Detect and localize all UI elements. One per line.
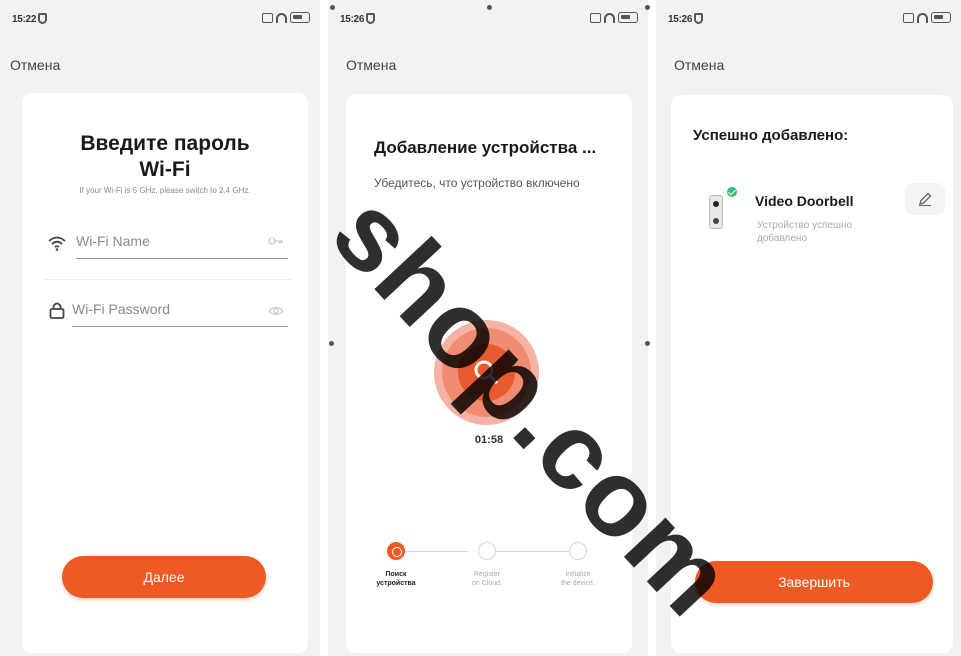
eye-icon[interactable] — [268, 305, 284, 317]
success-card: Успешно добавлено: Video Doorbell Устрой… — [671, 95, 953, 653]
device-name: Video Doorbell — [755, 193, 854, 209]
key-icon[interactable] — [268, 235, 284, 247]
collage-marker — [645, 5, 650, 10]
step-label-line: Initialize — [565, 571, 591, 578]
wifi-name-field[interactable]: Wi-Fi Name — [48, 229, 288, 259]
step-search-indicator — [387, 542, 405, 560]
wifi-signal-icon — [917, 12, 928, 23]
step-label-line: Поиск — [385, 571, 407, 578]
page-title: Добавление устройства ... — [374, 138, 597, 157]
step-initialize-indicator — [569, 542, 587, 560]
status-bar: 15:22 — [12, 12, 310, 28]
step-label-line: Register — [473, 571, 501, 578]
step-label-line: on Cloud. — [472, 580, 502, 587]
device-added-screen: 15:26 Отмена Успешно добавлено: Video Do… — [656, 0, 961, 656]
step-connector — [396, 551, 468, 552]
system-icons — [903, 12, 951, 23]
camera-lens — [713, 201, 719, 207]
battery-icon — [618, 12, 638, 23]
wifi-icon — [48, 236, 66, 251]
countdown-timer: 01:58 — [474, 434, 504, 446]
power-on-hint: Убедитесь, что устройство включено — [374, 176, 580, 190]
battery-icon — [931, 12, 951, 23]
cancel-link[interactable]: Отмена — [346, 57, 396, 73]
page-title: Успешно добавлено: — [693, 127, 849, 144]
search-icon — [474, 360, 498, 384]
wifi-password-input[interactable]: Wi-Fi Password — [72, 301, 170, 317]
next-button[interactable]: Далее — [62, 556, 266, 598]
device-status-line: добавлено — [757, 233, 808, 244]
status-bar: 15:26 — [668, 12, 951, 28]
step-initialize-label: Initialize the device. — [543, 570, 613, 588]
title-line-2: Wi-Fi — [139, 158, 191, 181]
doorbell-button — [713, 218, 719, 224]
battery-icon — [290, 12, 310, 23]
lock-icon — [49, 302, 65, 319]
step-label-line: устройства — [376, 580, 416, 587]
cancel-link[interactable]: Отмена — [10, 57, 60, 73]
status-time: 15:26 — [340, 14, 365, 25]
wifi-name-input[interactable]: Wi-Fi Name — [76, 233, 150, 249]
rename-device-button[interactable] — [905, 183, 945, 215]
status-time: 15:22 — [12, 14, 37, 25]
check-icon — [725, 185, 739, 199]
divider — [44, 279, 292, 280]
search-radar — [434, 320, 539, 425]
adding-device-screen: 15:26 Отмена Добавление устройства ... У… — [328, 0, 648, 656]
step-register-indicator — [478, 542, 496, 560]
notification-icon — [38, 13, 47, 24]
device-status-line: Устройство успешно — [757, 220, 853, 231]
finish-button[interactable]: Завершить — [695, 561, 933, 603]
wifi-password-screen: 15:22 Отмена Введите пароль Wi-Fi If you… — [0, 0, 320, 656]
alarm-icon — [903, 12, 914, 23]
input-underline — [72, 326, 288, 327]
step-connector — [488, 551, 570, 552]
input-underline — [76, 258, 288, 259]
system-icons — [262, 12, 310, 23]
radar-ring — [442, 328, 531, 417]
pencil-icon — [919, 192, 932, 207]
status-bar: 15:26 — [340, 12, 638, 28]
cancel-link[interactable]: Отмена — [674, 57, 724, 73]
adding-device-card: Добавление устройства ... Убедитесь, что… — [346, 94, 632, 653]
alarm-icon — [590, 12, 601, 23]
collage-marker — [487, 5, 492, 10]
collage-marker — [645, 341, 650, 346]
wifi-form-card: Введите пароль Wi-Fi If your Wi-Fi is 5 … — [22, 93, 308, 653]
status-time: 15:26 — [668, 14, 693, 25]
title-line-1: Введите пароль — [80, 132, 250, 155]
alarm-icon — [262, 12, 273, 23]
collage-marker — [330, 5, 335, 10]
radar-core — [458, 344, 515, 401]
doorbell-device-icon — [709, 195, 723, 229]
wifi-signal-icon — [604, 12, 615, 23]
wifi-signal-icon — [276, 12, 287, 23]
frequency-hint: If your Wi-Fi is 5 GHz, please switch to… — [79, 186, 251, 195]
page-title: Введите пароль Wi-Fi — [22, 131, 308, 183]
progress-steps: Поиск устройства Register on Cloud. Init… — [366, 542, 612, 602]
step-label-line: the device. — [561, 580, 595, 587]
step-register-label: Register on Cloud. — [452, 570, 522, 588]
notification-icon — [366, 13, 375, 24]
step-search-label: Поиск устройства — [361, 570, 431, 588]
notification-icon — [694, 13, 703, 24]
collage-marker — [329, 341, 334, 346]
wifi-password-field[interactable]: Wi-Fi Password — [48, 297, 288, 327]
system-icons — [590, 12, 638, 23]
device-status: Устройство успешно добавлено — [757, 219, 887, 245]
